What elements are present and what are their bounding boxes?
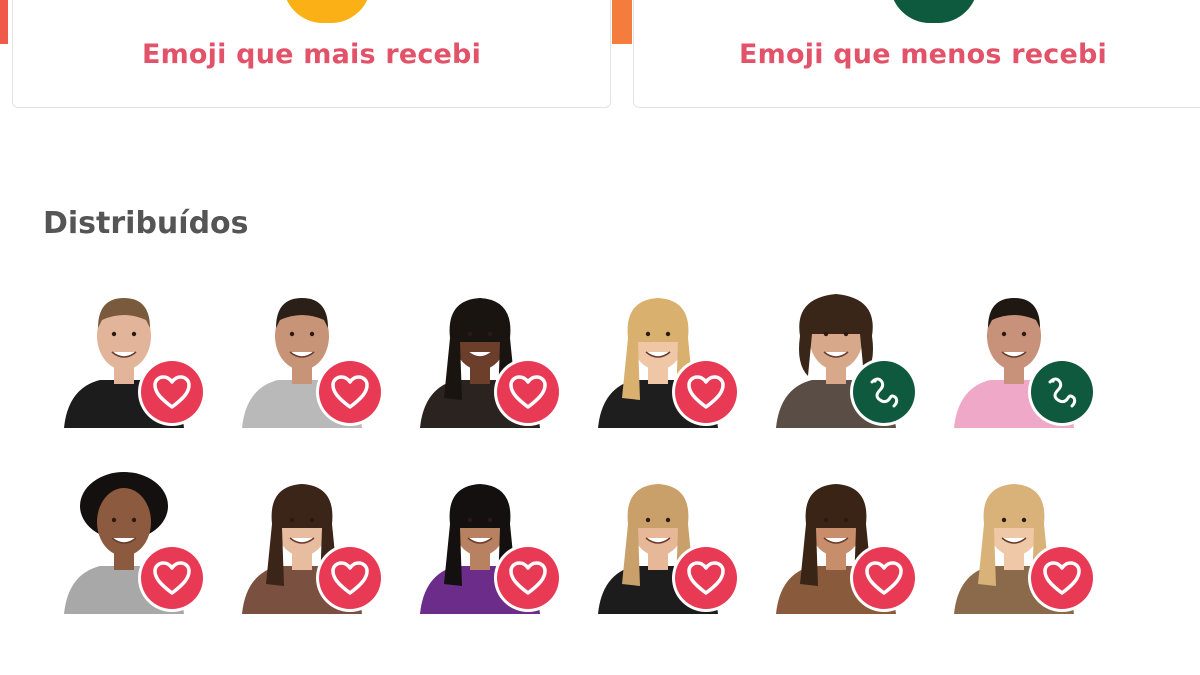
heart-emoji-badge (138, 544, 206, 612)
snake-icon (1031, 361, 1093, 423)
heart-icon (319, 547, 381, 609)
heart-icon (853, 547, 915, 609)
participant-tile[interactable] (60, 280, 210, 430)
heart-emoji-badge (494, 544, 562, 612)
heart-emoji-badge (138, 358, 206, 426)
participant-tile[interactable] (950, 280, 1100, 430)
heart-icon (319, 361, 381, 423)
heart-emoji-badge (316, 358, 384, 426)
heart-emoji-badge (1028, 544, 1096, 612)
participant-tile[interactable] (594, 280, 744, 430)
participant-tile[interactable] (594, 466, 744, 616)
most-received-card[interactable]: Emoji que mais recebi (12, 0, 611, 108)
heart-icon (141, 361, 203, 423)
most-received-title: Emoji que mais recebi (141, 39, 482, 70)
participant-tile[interactable] (950, 466, 1100, 616)
section-title: Distribuídos (43, 206, 249, 241)
participant-tile[interactable] (772, 466, 922, 616)
heart-icon (497, 361, 559, 423)
snake-icon (853, 361, 915, 423)
least-received-card[interactable]: Emoji que menos recebi (633, 0, 1200, 108)
participant-tile[interactable] (238, 280, 388, 430)
participant-tile[interactable] (416, 466, 566, 616)
participant-tile[interactable] (416, 280, 566, 430)
heart-emoji-badge (316, 544, 384, 612)
least-received-emoji-icon (890, 0, 978, 23)
accent-bar-left (0, 0, 8, 44)
heart-emoji-badge (494, 358, 562, 426)
heart-emoji-badge (672, 358, 740, 426)
accent-bar-middle (612, 0, 632, 44)
heart-icon (675, 547, 737, 609)
participant-tile[interactable] (60, 466, 210, 616)
most-received-emoji-icon (283, 0, 371, 23)
snake-emoji-badge (1028, 358, 1096, 426)
page: Emoji que mais recebi Emoji que menos re… (0, 0, 1200, 675)
least-received-title: Emoji que menos recebi (739, 39, 1107, 70)
heart-icon (141, 547, 203, 609)
heart-emoji-badge (850, 544, 918, 612)
heart-icon (675, 361, 737, 423)
heart-emoji-badge (672, 544, 740, 612)
participant-tile[interactable] (238, 466, 388, 616)
snake-emoji-badge (850, 358, 918, 426)
heart-icon (1031, 547, 1093, 609)
heart-icon (497, 547, 559, 609)
participant-tile[interactable] (772, 280, 922, 430)
